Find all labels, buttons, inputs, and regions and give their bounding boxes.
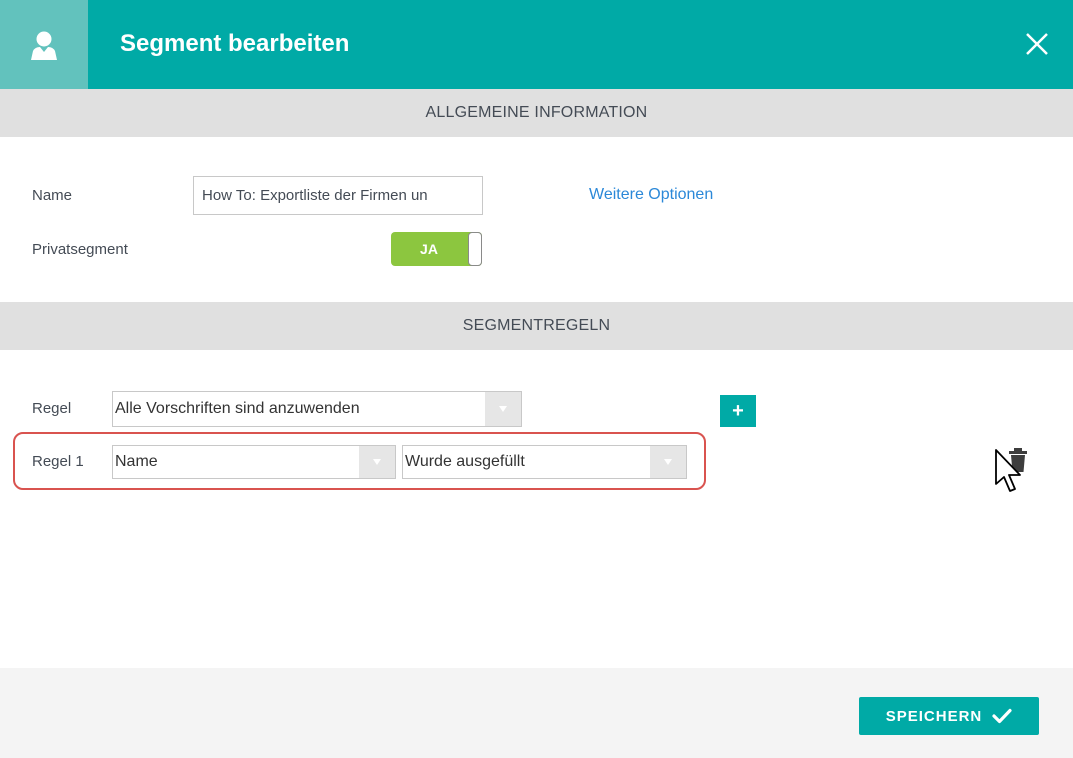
close-button[interactable] — [1023, 30, 1051, 58]
checkmark-icon — [992, 708, 1012, 724]
rule1-field-value: Name — [115, 453, 158, 470]
segment-dialog: Segment bearbeiten ALLGEMEINE INFORMATIO… — [0, 0, 1073, 758]
rule1-condition-select[interactable]: Wurde ausgefüllt — [402, 445, 687, 479]
save-button[interactable]: SPEICHERN — [859, 697, 1039, 735]
chevron-down-icon — [499, 406, 507, 412]
rule-select[interactable]: Alle Vorschriften sind anzuwenden — [112, 391, 522, 427]
rule1-field-select[interactable]: Name — [112, 445, 396, 479]
chevron-down-icon — [373, 459, 381, 465]
more-options-link[interactable]: Weitere Optionen — [589, 184, 713, 206]
dialog-header: Segment bearbeiten — [0, 0, 1073, 89]
close-icon — [1026, 33, 1048, 55]
add-rule-button[interactable]: + — [720, 395, 756, 427]
dialog-title: Segment bearbeiten — [120, 30, 350, 57]
chevron-down-icon — [664, 459, 672, 465]
rule-label: Regel — [32, 400, 72, 417]
rule1-condition-value: Wurde ausgefüllt — [405, 453, 525, 470]
name-input[interactable] — [193, 176, 483, 215]
user-icon — [31, 31, 57, 60]
rule1-field-arrow[interactable] — [359, 446, 395, 478]
save-button-label: SPEICHERN — [885, 707, 983, 725]
header-icon-box — [0, 0, 88, 89]
private-segment-toggle[interactable]: JA — [391, 232, 482, 266]
rule-select-arrow[interactable] — [485, 392, 521, 426]
toggle-label: JA — [420, 241, 438, 257]
rule1-condition-arrow[interactable] — [650, 446, 686, 478]
mouse-cursor-icon — [995, 449, 1021, 492]
rule1-label: Regel 1 — [32, 453, 84, 470]
section-rules-header: SEGMENTREGELN — [0, 302, 1073, 350]
rule-select-value: Alle Vorschriften sind anzuwenden — [115, 400, 360, 417]
toggle-knob[interactable] — [468, 232, 482, 266]
name-label: Name — [32, 187, 73, 204]
section-general-header: ALLGEMEINE INFORMATION — [0, 89, 1073, 137]
private-segment-label: Privatsegment — [32, 241, 128, 258]
